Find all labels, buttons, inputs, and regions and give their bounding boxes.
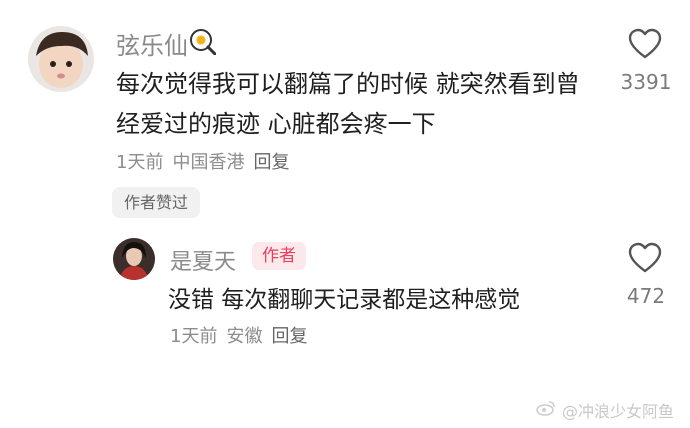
like-count: 3391 [620, 70, 672, 94]
like-heart-icon[interactable] [628, 28, 662, 60]
comment-meta: 1天前 中国香港 回复 [116, 148, 298, 174]
frying-egg-icon [188, 27, 217, 56]
avatar[interactable] [113, 238, 155, 280]
weibo-logo-icon [536, 400, 556, 420]
comment-text: 没错 每次翻聊天记录都是这种感觉 [168, 287, 521, 313]
author-liked-tag: 作者赞过 [112, 187, 201, 218]
author-badge: 作者 [252, 242, 306, 270]
watermark-text: @冲浪少女阿鱼 [561, 402, 674, 421]
like-count: 472 [626, 284, 666, 308]
watermark: @冲浪少女阿鱼 [536, 398, 674, 422]
comment-time: 1天前 [170, 326, 218, 347]
avatar[interactable] [28, 26, 94, 92]
like-heart-icon[interactable] [628, 242, 662, 274]
reply-button[interactable]: 回复 [253, 152, 289, 173]
comment-location: 中国香港 [172, 152, 245, 173]
comment-text: 每次觉得我可以翻篇了的时候 就突然看到曾经爱过的痕迹 心脏都会疼一下 [116, 70, 580, 138]
comment-time: 1天前 [116, 152, 164, 173]
reply-button[interactable]: 回复 [271, 326, 307, 347]
comment-username[interactable]: 弦乐仙 [116, 26, 188, 61]
comment-location: 安徽 [226, 326, 263, 347]
comment-username[interactable]: 是夏天 [170, 244, 236, 276]
comment-meta: 1天前 安徽 回复 [170, 322, 316, 348]
